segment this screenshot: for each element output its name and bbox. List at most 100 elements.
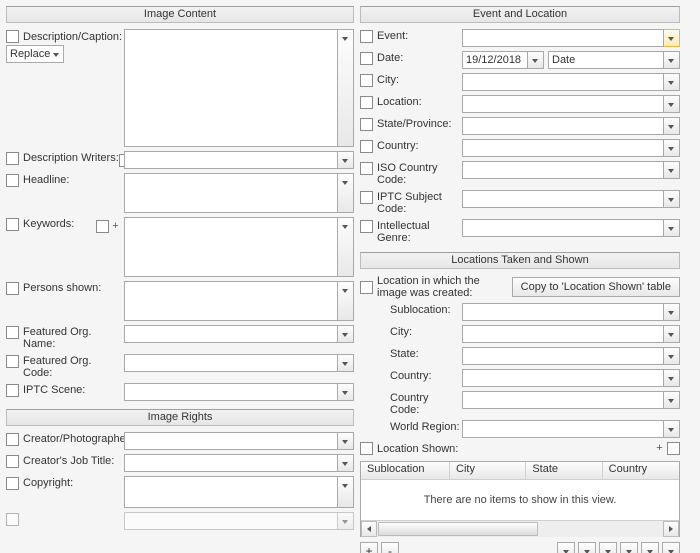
creators-job-title-input[interactable] (124, 454, 338, 472)
main-scroll-viewport[interactable]: Image Content Description/Caption: Repla… (0, 0, 700, 553)
description-writers-input[interactable] (124, 151, 338, 169)
featured-org-name-dropdown[interactable] (338, 325, 354, 343)
copyright-dropdown[interactable] (338, 476, 354, 508)
world-region-input[interactable] (462, 420, 664, 438)
country2-dropdown[interactable] (664, 369, 680, 387)
event-input[interactable] (462, 29, 664, 47)
description-caption-dropdown[interactable] (338, 29, 354, 147)
world-region-dropdown[interactable] (664, 420, 680, 438)
featured-org-code-dropdown[interactable] (338, 354, 354, 372)
checkbox-featured-org-code[interactable] (6, 355, 19, 368)
checkbox-creators-job-title[interactable] (6, 455, 19, 468)
table-dd-3[interactable] (599, 542, 617, 553)
description-writers-dropdown[interactable] (338, 151, 354, 169)
replace-mode-select[interactable]: Replace (6, 45, 64, 63)
keywords-dropdown[interactable] (338, 217, 354, 277)
intellectual-genre-input[interactable] (462, 219, 664, 237)
th-state[interactable]: State (526, 462, 602, 479)
checkbox-iptc-scene[interactable] (6, 384, 19, 397)
th-country[interactable]: Country (603, 462, 679, 479)
iso-country-code-input[interactable] (462, 161, 664, 179)
checkbox-keywords[interactable] (6, 218, 19, 231)
iso-country-code-dropdown[interactable] (664, 161, 680, 179)
iptc-subject-code-dropdown[interactable] (664, 190, 680, 208)
checkbox-description-caption[interactable] (6, 30, 19, 43)
sublocation-input[interactable] (462, 303, 664, 321)
city2-input[interactable] (462, 325, 664, 343)
table-dd-5[interactable] (641, 542, 659, 553)
country-code-dropdown[interactable] (664, 391, 680, 409)
checkbox-persons-shown[interactable] (6, 282, 19, 295)
cutoff-input[interactable] (124, 512, 338, 530)
location-input[interactable] (462, 95, 664, 113)
featured-org-name-input[interactable] (124, 325, 338, 343)
hscroll-left-icon[interactable] (361, 521, 377, 537)
checkbox-intellectual-genre[interactable] (360, 220, 373, 233)
iptc-scene-dropdown[interactable] (338, 383, 354, 401)
add-row-button[interactable]: + (360, 542, 378, 553)
location-dropdown[interactable] (664, 95, 680, 113)
description-caption-textarea[interactable] (124, 29, 338, 147)
checkbox-state-province[interactable] (360, 118, 373, 131)
state-province-input[interactable] (462, 117, 664, 135)
checkbox-country[interactable] (360, 140, 373, 153)
creators-job-title-dropdown[interactable] (338, 454, 354, 472)
checkbox-location-shown-multi[interactable] (667, 442, 680, 455)
hscroll-track[interactable] (377, 521, 663, 537)
country2-input[interactable] (462, 369, 664, 387)
sublocation-dropdown[interactable] (664, 303, 680, 321)
featured-org-code-input[interactable] (124, 354, 338, 372)
table-dd-6[interactable] (662, 542, 680, 553)
table-hscrollbar[interactable] (361, 520, 679, 536)
country-dropdown[interactable] (664, 139, 680, 157)
copyright-textarea[interactable] (124, 476, 338, 508)
checkbox-location-created[interactable] (360, 281, 373, 294)
table-dd-2[interactable] (578, 542, 596, 553)
creator-photographer-dropdown[interactable] (338, 432, 354, 450)
checkbox-headline[interactable] (6, 174, 19, 187)
city-dropdown[interactable] (664, 73, 680, 91)
persons-shown-dropdown[interactable] (338, 281, 354, 321)
checkbox-description-writers[interactable] (6, 152, 19, 165)
checkbox-keywords-multi[interactable] (96, 220, 109, 233)
persons-shown-textarea[interactable] (124, 281, 338, 321)
table-dd-1[interactable] (557, 542, 575, 553)
hscroll-right-icon[interactable] (663, 521, 679, 537)
headline-textarea[interactable] (124, 173, 338, 213)
city2-dropdown[interactable] (664, 325, 680, 343)
checkbox-iso-country-code[interactable] (360, 162, 373, 175)
remove-row-button[interactable]: - (381, 542, 399, 553)
checkbox-location[interactable] (360, 96, 373, 109)
state-province-dropdown[interactable] (664, 117, 680, 135)
date-mode-select[interactable]: Date (548, 51, 664, 69)
state-dropdown[interactable] (664, 347, 680, 365)
date-picker[interactable]: 19/12/2018 (462, 51, 528, 69)
iptc-scene-input[interactable] (124, 383, 338, 401)
checkbox-iptc-subject-code[interactable] (360, 191, 373, 204)
city-input[interactable] (462, 73, 664, 91)
checkbox-creator-photographer[interactable] (6, 433, 19, 446)
creator-photographer-input[interactable] (124, 432, 338, 450)
th-sublocation[interactable]: Sublocation (361, 462, 450, 479)
checkbox-cutoff[interactable] (6, 513, 19, 526)
country-input[interactable] (462, 139, 664, 157)
keywords-textarea[interactable] (124, 217, 338, 277)
country-code-input[interactable] (462, 391, 664, 409)
checkbox-location-shown[interactable] (360, 442, 373, 455)
checkbox-featured-org-name[interactable] (6, 326, 19, 339)
checkbox-date[interactable] (360, 52, 373, 65)
table-dd-4[interactable] (620, 542, 638, 553)
th-city[interactable]: City (450, 462, 526, 479)
hscroll-thumb[interactable] (378, 522, 538, 536)
state-input[interactable] (462, 347, 664, 365)
iptc-subject-code-input[interactable] (462, 190, 664, 208)
headline-dropdown[interactable] (338, 173, 354, 213)
date-picker-dropdown[interactable] (528, 51, 544, 69)
cutoff-dropdown[interactable] (338, 512, 354, 530)
intellectual-genre-dropdown[interactable] (664, 219, 680, 237)
date-mode-dropdown[interactable] (664, 51, 680, 69)
checkbox-event[interactable] (360, 30, 373, 43)
event-dropdown[interactable] (664, 29, 680, 47)
checkbox-copyright[interactable] (6, 477, 19, 490)
checkbox-city[interactable] (360, 74, 373, 87)
